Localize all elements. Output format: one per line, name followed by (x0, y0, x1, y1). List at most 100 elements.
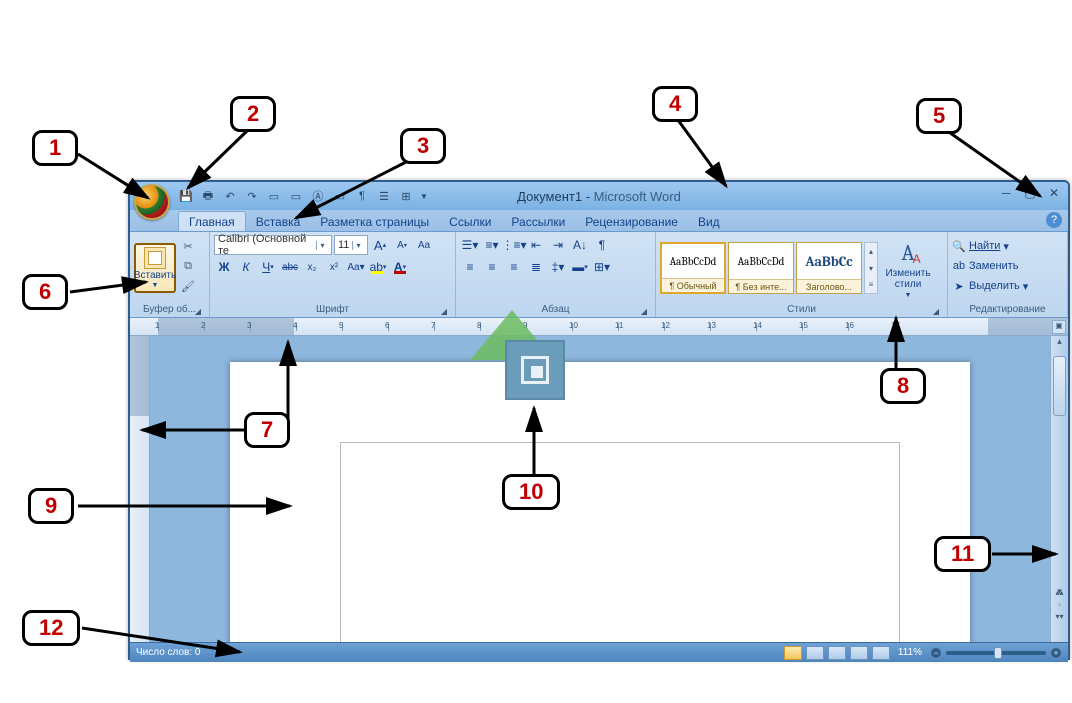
select-button[interactable]: ➤Выделить ▾ (952, 277, 1063, 295)
superscript-button[interactable]: x² (324, 257, 344, 277)
zoom-out-button[interactable]: − (930, 647, 942, 659)
next-page-button[interactable]: ▾▾ (1053, 612, 1066, 624)
view-full-screen[interactable] (806, 646, 824, 660)
scroll-down-icon[interactable]: ▾ (1051, 586, 1068, 602)
tab-view[interactable]: Вид (688, 212, 730, 231)
word-count[interactable]: Число слов: 0 (136, 647, 200, 658)
bold-button[interactable]: Ж (214, 257, 234, 277)
justify-button[interactable]: ≣ (526, 257, 546, 277)
close-button[interactable]: ✕ (1046, 186, 1062, 200)
vertical-scrollbar[interactable]: ▴ ▴▴ ◦ ▾▾ ▾ (1050, 336, 1068, 642)
quick-access-toolbar: 💾 🖶 ↶ ↷ ▭ ▭ Ⓐ ▭ ¶ ☰ ⊞ ▼ (178, 188, 430, 204)
callout-5: 5 (916, 98, 962, 134)
save-icon[interactable]: 💾 (178, 188, 194, 204)
align-center-button[interactable]: ≡ (482, 257, 502, 277)
tab-mailings[interactable]: Рассылки (501, 212, 575, 231)
line-spacing-button[interactable]: ‡▾ (548, 257, 568, 277)
change-case-button[interactable]: Aa▾ (346, 257, 366, 277)
font-size-combo[interactable]: 11▾ (334, 235, 368, 255)
callout-7: 7 (244, 412, 290, 448)
qat-btn[interactable]: Ⓐ (310, 188, 326, 204)
office-button[interactable] (134, 184, 170, 220)
align-left-button[interactable]: ≡ (460, 257, 480, 277)
italic-button[interactable]: К (236, 257, 256, 277)
dialog-launcher[interactable]: ◢ (639, 304, 649, 314)
tab-home[interactable]: Главная (178, 211, 246, 231)
underline-button[interactable]: Ч▾ (258, 257, 278, 277)
text-area[interactable] (340, 442, 900, 642)
cut-icon[interactable]: ✂ (180, 240, 196, 256)
scroll-thumb[interactable] (1053, 356, 1066, 416)
qat-btn[interactable]: ⊞ (398, 188, 414, 204)
zoom-in-button[interactable]: + (1050, 647, 1062, 659)
borders-button[interactable]: ⊞▾ (592, 257, 612, 277)
clipboard-icon (144, 247, 166, 269)
undo-icon[interactable]: ↶ (222, 188, 238, 204)
tab-insert[interactable]: Вставка (246, 212, 311, 231)
zoom-slider[interactable] (946, 651, 1046, 655)
callout-10: 10 (502, 474, 560, 510)
shading-button[interactable]: ▬▾ (570, 257, 590, 277)
minimize-button[interactable]: ─ (998, 186, 1014, 200)
callout-11: 11 (934, 536, 991, 572)
inc-indent-button[interactable]: ⇥ (548, 235, 568, 255)
format-painter-icon[interactable]: 🖌 (180, 280, 196, 296)
copy-icon[interactable]: ⧉ (180, 260, 196, 276)
print-icon[interactable]: 🖶 (200, 188, 216, 204)
numbering-button[interactable]: ≡▾ (482, 235, 502, 255)
style-heading1[interactable]: AaBbCc Заголово... (796, 242, 862, 294)
view-print-layout[interactable] (784, 646, 802, 660)
style-normal[interactable]: AaBbCcDd ¶ Обычный (660, 242, 726, 294)
shrink-font-button[interactable]: A▾ (392, 235, 412, 255)
vertical-ruler[interactable] (130, 336, 150, 642)
callout-4: 4 (652, 86, 698, 122)
sort-button[interactable]: A↓ (570, 235, 590, 255)
zoom-level[interactable]: 111% (898, 647, 922, 658)
qat-btn[interactable]: ☰ (376, 188, 392, 204)
view-draft[interactable] (872, 646, 890, 660)
multilevel-button[interactable]: ⋮≡▾ (504, 235, 524, 255)
font-name-combo[interactable]: Calibri (Основной те▾ (214, 235, 332, 255)
maximize-button[interactable]: ▢ (1022, 186, 1038, 200)
tab-references[interactable]: Ссылки (439, 212, 501, 231)
bullets-button[interactable]: ☰▾ (460, 235, 480, 255)
chevron-down-icon: ▼ (152, 282, 159, 289)
dialog-launcher[interactable]: ◢ (931, 304, 941, 314)
styles-expander[interactable]: ▴▾≡ (864, 242, 878, 294)
paste-button[interactable]: Вставить ▼ (134, 243, 176, 293)
dialog-launcher[interactable]: ◢ (193, 304, 203, 314)
group-label: Буфер об... (143, 304, 196, 315)
help-button[interactable]: ? (1046, 212, 1062, 228)
change-styles-button[interactable]: AA Изменить стили ▼ (880, 238, 936, 299)
title-bar: 💾 🖶 ↶ ↷ ▭ ▭ Ⓐ ▭ ¶ ☰ ⊞ ▼ Документ1 - Micr… (130, 182, 1068, 210)
grow-font-button[interactable]: A▴ (370, 235, 390, 255)
ruler-toggle-button[interactable]: ▣ (1052, 320, 1066, 334)
horizontal-ruler[interactable]: 1 2 3 4 5 6 7 8 9 10 11 12 13 14 15 16 1… (130, 318, 1068, 336)
group-label: Стили (787, 304, 816, 315)
redo-icon[interactable]: ↷ (244, 188, 260, 204)
subscript-button[interactable]: x₂ (302, 257, 322, 277)
show-marks-button[interactable]: ¶ (592, 235, 612, 255)
tab-review[interactable]: Рецензирование (575, 212, 688, 231)
strike-button[interactable]: abc (280, 257, 300, 277)
font-color-button[interactable]: A▾ (390, 257, 410, 277)
dec-indent-button[interactable]: ⇤ (526, 235, 546, 255)
qat-btn[interactable]: ▭ (332, 188, 348, 204)
replace-button[interactable]: abЗаменить (952, 257, 1063, 275)
document-page[interactable] (230, 362, 970, 642)
document-area: ▴ ▴▴ ◦ ▾▾ ▾ (130, 336, 1068, 642)
dialog-launcher[interactable]: ◢ (439, 304, 449, 314)
clear-format-button[interactable]: Aa (414, 235, 434, 255)
style-no-spacing[interactable]: AaBbCcDd ¶ Без инте... (728, 242, 794, 294)
scroll-up-icon[interactable]: ▴ (1051, 336, 1068, 352)
highlight-button[interactable]: ab▾ (368, 257, 388, 277)
find-button[interactable]: 🔍Найти ▾ (952, 237, 1063, 255)
qat-btn[interactable]: ▭ (288, 188, 304, 204)
align-right-button[interactable]: ≡ (504, 257, 524, 277)
qat-dropdown[interactable]: ▼ (420, 192, 430, 201)
tab-layout[interactable]: Разметка страницы (310, 212, 439, 231)
qat-btn[interactable]: ¶ (354, 188, 370, 204)
view-web-layout[interactable] (828, 646, 846, 660)
qat-btn[interactable]: ▭ (266, 188, 282, 204)
view-outline[interactable] (850, 646, 868, 660)
